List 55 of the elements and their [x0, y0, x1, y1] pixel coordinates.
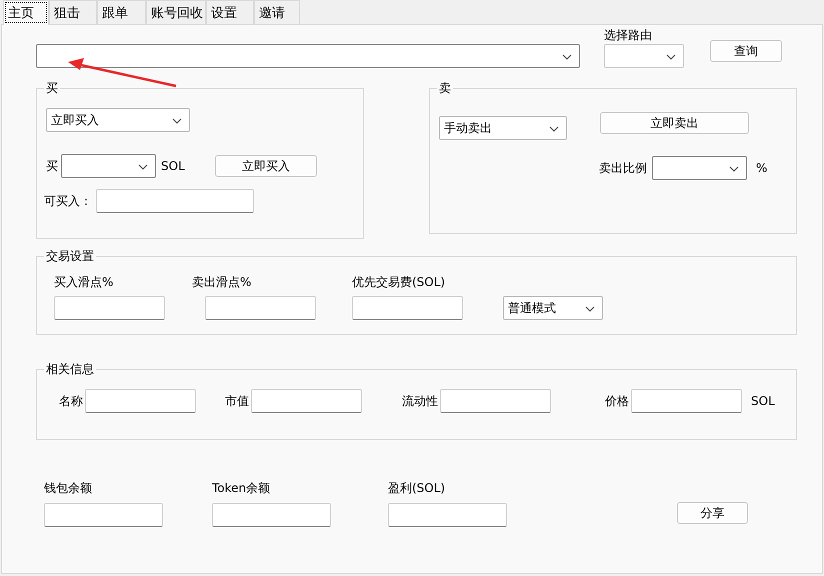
field-label: 买入滑点% [54, 274, 114, 291]
field-label: 可买入： [44, 192, 92, 210]
field-label: 选择路由 [604, 27, 653, 44]
input-field[interactable] [44, 503, 163, 527]
dropdown[interactable]: 普通模式 [503, 296, 603, 320]
field-label: 买 [46, 158, 58, 174]
input-field[interactable] [205, 296, 316, 320]
tab[interactable]: 账号回收 [146, 0, 206, 24]
dropdown[interactable] [36, 44, 580, 68]
field-label: SOL [161, 159, 185, 173]
input-field[interactable] [631, 389, 742, 413]
chevron-icon [549, 126, 559, 132]
dropdown[interactable] [61, 154, 156, 178]
field-label: 钱包余额 [44, 480, 93, 497]
input-field[interactable] [388, 503, 507, 527]
tab[interactable]: 跟单 [97, 0, 146, 24]
field-label: 名称 [59, 392, 83, 410]
field-label: 价格 [605, 392, 629, 410]
chevron-icon [138, 164, 148, 170]
input-field[interactable] [251, 389, 362, 413]
field-label: % [756, 161, 768, 175]
field-label: 卖出滑点% [192, 274, 252, 291]
tab[interactable]: 狙击 [49, 0, 97, 24]
group-title: 交易设置 [44, 249, 96, 263]
input-field[interactable] [85, 389, 196, 413]
tab[interactable]: 设置 [206, 0, 254, 24]
input-field[interactable] [54, 296, 165, 320]
group-title: 相关信息 [44, 362, 96, 376]
dropdown[interactable]: 手动卖出 [439, 116, 567, 140]
field-label: 盈利(SOL) [388, 480, 446, 497]
input-field[interactable] [352, 296, 463, 320]
tab[interactable]: 主页 [3, 0, 49, 25]
chevron-icon [729, 166, 739, 172]
input-field[interactable] [440, 389, 551, 413]
input-field[interactable] [96, 189, 254, 213]
group-title: 卖 [437, 81, 453, 95]
dropdown[interactable]: 立即买入 [46, 108, 190, 132]
input-field[interactable] [212, 503, 331, 527]
chevron-icon [666, 54, 676, 60]
query-button[interactable]: 查询 [710, 40, 782, 62]
field-label: 流动性 [402, 392, 438, 410]
tab[interactable]: 邀请 [254, 0, 300, 24]
field-label: 优先交易费(SOL) [352, 274, 446, 291]
share-button[interactable]: 分享 [677, 502, 748, 524]
field-label: 市值 [225, 392, 249, 410]
chevron-icon [172, 118, 182, 124]
group-title: 买 [44, 81, 60, 95]
dropdown[interactable] [652, 156, 747, 180]
chevron-icon [562, 54, 572, 60]
chevron-icon [585, 306, 595, 312]
field-label: 卖出比例 [599, 160, 647, 176]
field-label: Token余额 [212, 480, 272, 497]
field-label: SOL [751, 394, 775, 408]
sell-button[interactable]: 立即卖出 [600, 112, 749, 134]
buy-button[interactable]: 立即买入 [214, 155, 317, 177]
